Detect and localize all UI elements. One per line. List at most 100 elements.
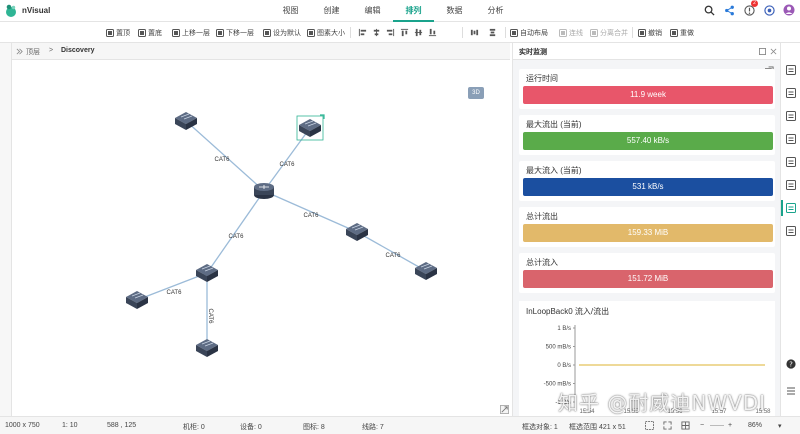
settings-icon[interactable]	[762, 3, 776, 17]
help-icon[interactable]: ?	[786, 359, 796, 369]
properties-icon[interactable]	[786, 65, 796, 75]
distribute-horizontal-icon[interactable]	[470, 26, 479, 39]
breadcrumb-root[interactable]: 顶层	[26, 47, 40, 57]
toolbar-button-label: 下移一层	[226, 29, 254, 37]
collapse-icon[interactable]	[16, 48, 23, 55]
toolbar-button-10[interactable]: 重做	[670, 26, 694, 39]
topology-canvas[interactable]: CAT6 CAT6 CAT6 CAT6 CAT6 CAT6 CAT6	[12, 60, 510, 416]
toolbar-button-2[interactable]: 上移一层	[172, 26, 210, 39]
notification-icon[interactable]: 2	[742, 0, 758, 17]
realtime-monitor-panel: 实时监测 运行时间 11.9 week 最大流出 (当前) 557.40 kB/s 最大…	[512, 43, 781, 416]
switch-node-icon[interactable]	[346, 223, 368, 241]
toolbar-button-label: 置底	[148, 29, 162, 37]
status-scale: 1: 10	[62, 422, 78, 429]
user-avatar-icon[interactable]	[782, 3, 796, 17]
metric-card: 总计流出 159.33 MiB	[519, 207, 775, 247]
layers-icon[interactable]	[786, 88, 796, 98]
switch-node-icon[interactable]	[196, 264, 218, 282]
toolbar-separator	[632, 27, 633, 38]
align-left-icon[interactable]	[358, 26, 367, 39]
toolbar-button-6[interactable]: 自动布局	[510, 26, 548, 39]
zoom-slider[interactable]	[710, 425, 724, 426]
send-to-back-icon	[138, 28, 146, 37]
link-line[interactable]	[263, 127, 311, 192]
switch-node-icon[interactable]	[196, 339, 218, 357]
menu-item-0[interactable]: 视图	[270, 0, 311, 22]
topology-graph[interactable]: CAT6 CAT6 CAT6 CAT6 CAT6 CAT6 CAT6	[12, 60, 510, 416]
breadcrumb-current: Discovery	[61, 47, 95, 54]
menu-item-4[interactable]: 数据	[434, 0, 475, 22]
metric-value-bar: 531 kB/s	[523, 178, 773, 196]
toolbar-button-3[interactable]: 下移一层	[216, 26, 254, 39]
share-icon[interactable]	[722, 3, 736, 17]
switch-node-icon[interactable]	[415, 262, 437, 280]
toolbar-button-7[interactable]: 连线	[559, 26, 583, 39]
status-bar: 1000 x 750 1: 10 588 , 125 机柜: 0 设备: 0 图…	[0, 416, 800, 434]
link-line[interactable]	[185, 120, 265, 192]
link-line[interactable]	[263, 190, 358, 233]
toolbar-button-label: 重做	[680, 29, 694, 37]
status-range: 框选范围 421 x 51	[569, 424, 626, 431]
menu-item-2[interactable]: 编辑	[352, 0, 393, 22]
arrange-toolbar: 置顶 置底 上移一层 下移一层 设为默认 图素大小 自动布局 连线 分离合并 撤销 重做	[0, 22, 800, 43]
select-mode-icon[interactable]	[645, 421, 654, 430]
link-icon[interactable]	[786, 226, 796, 236]
fit-view-icon[interactable]	[663, 421, 672, 430]
y-tick-label: 0 B/s	[557, 363, 571, 369]
menu-icon[interactable]	[786, 386, 796, 396]
redo-icon	[670, 28, 678, 37]
breadcrumb: 顶层 > Discovery	[12, 43, 510, 60]
menu-item-3[interactable]: 排列	[393, 0, 434, 22]
align-center-icon[interactable]	[372, 26, 381, 39]
close-icon[interactable]	[770, 48, 777, 55]
grid-toggle-icon[interactable]	[681, 421, 690, 430]
toolbar-button-8[interactable]: 分离合并	[590, 26, 628, 39]
toolbar-button-label: 自动布局	[520, 29, 548, 37]
table-icon[interactable]	[786, 134, 796, 144]
status-icons: 图标: 8	[303, 424, 325, 431]
switch-node-icon[interactable]	[296, 114, 325, 141]
align-bottom-icon[interactable]	[428, 26, 437, 39]
maximize-icon[interactable]	[759, 48, 766, 55]
zoom-in-button[interactable]: +	[728, 422, 732, 429]
status-cabinets: 机柜: 0	[183, 424, 205, 431]
tree-icon[interactable]	[786, 157, 796, 167]
switch-node-icon[interactable]	[126, 291, 148, 309]
align-top-icon[interactable]	[400, 26, 409, 39]
status-canvas-size: 1000 x 750	[5, 422, 40, 429]
menu-item-1[interactable]: 创建	[311, 0, 352, 22]
toolbar-button-5[interactable]: 图素大小	[307, 26, 345, 39]
monitor-icon[interactable]	[786, 203, 796, 213]
link-label: CAT6	[215, 157, 231, 163]
panel-title: 实时监测	[519, 49, 547, 56]
distribute-vertical-icon[interactable]	[488, 26, 497, 39]
toolbar-button-9[interactable]: 撤销	[638, 26, 662, 39]
link-line[interactable]	[206, 190, 265, 274]
align-right-icon[interactable]	[386, 26, 395, 39]
toolbar-button-0[interactable]: 置顶	[106, 26, 130, 39]
link-label: CAT6	[304, 213, 320, 219]
router-node-icon[interactable]	[254, 183, 274, 199]
panel-header: 实时监测	[513, 43, 781, 60]
menu-item-5[interactable]: 分析	[475, 0, 516, 22]
toolbar-button-1[interactable]: 置底	[138, 26, 162, 39]
metric-value-bar: 151.72 MiB	[523, 270, 773, 288]
image-icon[interactable]	[786, 180, 796, 190]
align-middle-icon[interactable]	[414, 26, 423, 39]
toolbar-button-label: 连线	[569, 29, 583, 37]
link-line[interactable]	[356, 231, 427, 272]
minimap-toggle-icon[interactable]	[500, 405, 509, 414]
active-indicator	[781, 200, 783, 216]
watermark-text: 知乎 @耐威迪NWVDI	[558, 391, 767, 415]
list-icon[interactable]	[786, 111, 796, 121]
left-rail	[0, 43, 12, 416]
metric-card: 总计流入 151.72 MiB	[519, 253, 775, 293]
view-3d-button[interactable]: 3D	[468, 87, 484, 99]
zoom-dropdown-icon[interactable]: ▾	[778, 422, 782, 430]
search-icon[interactable]	[702, 3, 716, 17]
metric-value-bar: 11.9 week	[523, 86, 773, 104]
move-down-icon	[216, 28, 224, 37]
zoom-out-button[interactable]: −	[700, 422, 704, 429]
toolbar-button-4[interactable]: 设为默认	[263, 26, 301, 39]
notification-badge: 2	[751, 0, 758, 7]
